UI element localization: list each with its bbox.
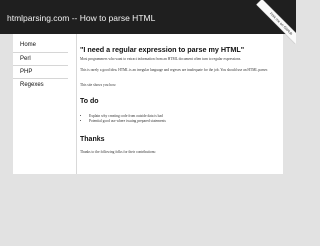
- page-heading: "I need a regular expression to parse my…: [80, 45, 245, 54]
- site-header: htmlparsing.com -- How to parse HTML For…: [0, 0, 296, 44]
- thanks-paragraph: Thanks to the following folks for their …: [80, 150, 156, 154]
- todo-list: Explain why creating code from outside d…: [80, 114, 279, 124]
- sidebar-item-home[interactable]: Home: [13, 39, 68, 52]
- site-purpose-paragraph: This site shows you how.: [80, 83, 117, 87]
- site-title[interactable]: htmlparsing.com -- How to parse HTML: [7, 13, 155, 23]
- todo-item: Potential good use where issuing prepare…: [89, 119, 279, 124]
- page-footer: [0, 174, 296, 246]
- sidebar-item-perl[interactable]: Perl: [13, 52, 68, 65]
- intro-paragraph: Most programmers who want to extract inf…: [80, 57, 242, 61]
- sidebar-item-regexes[interactable]: Regexes: [13, 78, 68, 91]
- sidebar-nav: Home Perl PHP Regexes: [13, 34, 68, 174]
- advice-paragraph: This is rarely a good idea. HTML is an i…: [80, 68, 268, 72]
- sidebar-item-php[interactable]: PHP: [13, 65, 68, 78]
- todo-heading: To do: [80, 98, 99, 105]
- thanks-heading: Thanks: [80, 136, 105, 143]
- page-container: Home Perl PHP Regexes "I need a regular …: [13, 34, 283, 174]
- main-content: "I need a regular expression to parse my…: [76, 34, 281, 174]
